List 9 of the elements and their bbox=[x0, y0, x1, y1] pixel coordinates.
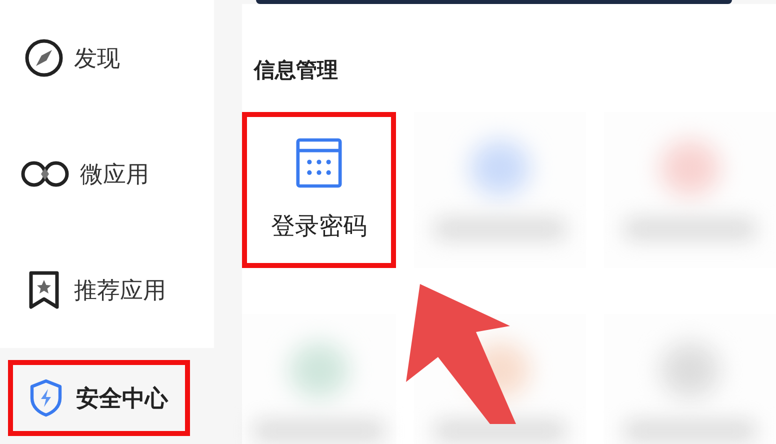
calendar-icon bbox=[296, 138, 342, 188]
linked-rings-icon bbox=[20, 159, 70, 189]
sidebar-item[interactable]: 发现 bbox=[0, 0, 214, 116]
login-password-tile[interactable]: 登录密码 bbox=[242, 112, 396, 268]
section-title: 信息管理 bbox=[254, 57, 339, 84]
sidebar-item[interactable]: 微应用 bbox=[0, 116, 214, 232]
sidebar-item[interactable]: 推荐应用 bbox=[0, 232, 214, 348]
compass-icon bbox=[24, 38, 64, 78]
sidebar-item[interactable]: 安全中心 bbox=[8, 360, 190, 436]
